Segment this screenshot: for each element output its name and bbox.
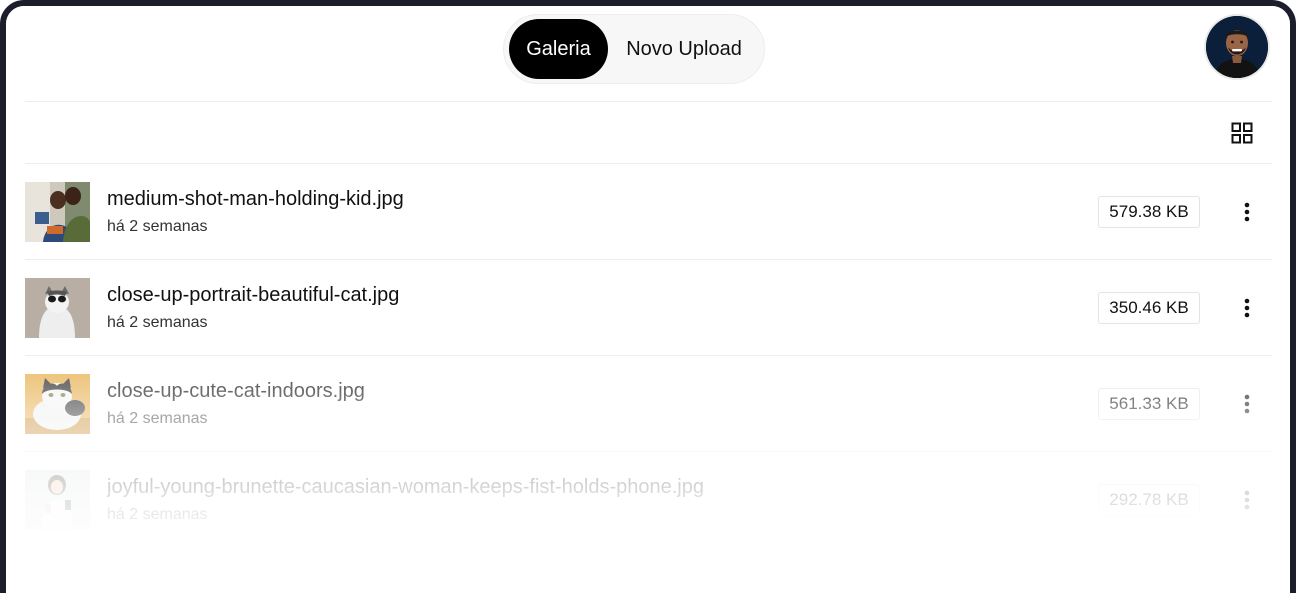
list-item[interactable]: close-up-cute-cat-indoors.jpg há 2 seman…: [25, 356, 1272, 452]
file-uploaded-time: há 2 semanas: [107, 410, 208, 427]
list-item[interactable]: close-up-portrait-beautiful-cat.jpg há 2…: [25, 260, 1272, 356]
avatar-image: [1206, 16, 1268, 78]
window-content: Galeria Novo Upload medium-shot-man-hold…: [6, 6, 1290, 593]
app-window: Galeria Novo Upload medium-shot-man-hold…: [0, 0, 1296, 593]
file-size-badge: 350.46 KB: [1098, 292, 1200, 324]
view-switcher: Galeria Novo Upload: [503, 14, 765, 84]
list-item[interactable]: medium-shot-man-holding-kid.jpg há 2 sem…: [25, 164, 1272, 260]
file-size-badge: 561.33 KB: [1098, 388, 1200, 420]
tab-galeria[interactable]: Galeria: [509, 19, 608, 79]
tab-novo-upload[interactable]: Novo Upload: [610, 19, 758, 79]
file-name: close-up-portrait-beautiful-cat.jpg: [107, 284, 400, 306]
file-uploaded-time: há 2 semanas: [107, 506, 208, 523]
file-name: close-up-cute-cat-indoors.jpg: [107, 380, 365, 402]
grid-view-icon[interactable]: [1231, 122, 1253, 144]
list-item[interactable]: joyful-young-brunette-caucasian-woman-ke…: [25, 452, 1272, 548]
more-options-icon[interactable]: [1237, 200, 1257, 224]
file-size-badge: 579.38 KB: [1098, 196, 1200, 228]
file-thumbnail: [25, 278, 90, 338]
file-uploaded-time: há 2 semanas: [107, 314, 208, 331]
file-name: medium-shot-man-holding-kid.jpg: [107, 188, 404, 210]
header: Galeria Novo Upload: [25, 6, 1272, 102]
file-list: medium-shot-man-holding-kid.jpg há 2 sem…: [25, 164, 1272, 548]
file-thumbnail: [25, 182, 90, 242]
file-uploaded-time: há 2 semanas: [107, 218, 208, 235]
file-name: joyful-young-brunette-caucasian-woman-ke…: [107, 476, 704, 498]
file-thumbnail: [25, 470, 90, 530]
file-size-badge: 292.78 KB: [1098, 484, 1200, 516]
list-toolbar: [25, 102, 1272, 164]
file-thumbnail: [25, 374, 90, 434]
more-options-icon[interactable]: [1237, 296, 1257, 320]
user-avatar[interactable]: [1206, 16, 1268, 78]
more-options-icon[interactable]: [1237, 392, 1257, 416]
more-options-icon[interactable]: [1237, 488, 1257, 512]
